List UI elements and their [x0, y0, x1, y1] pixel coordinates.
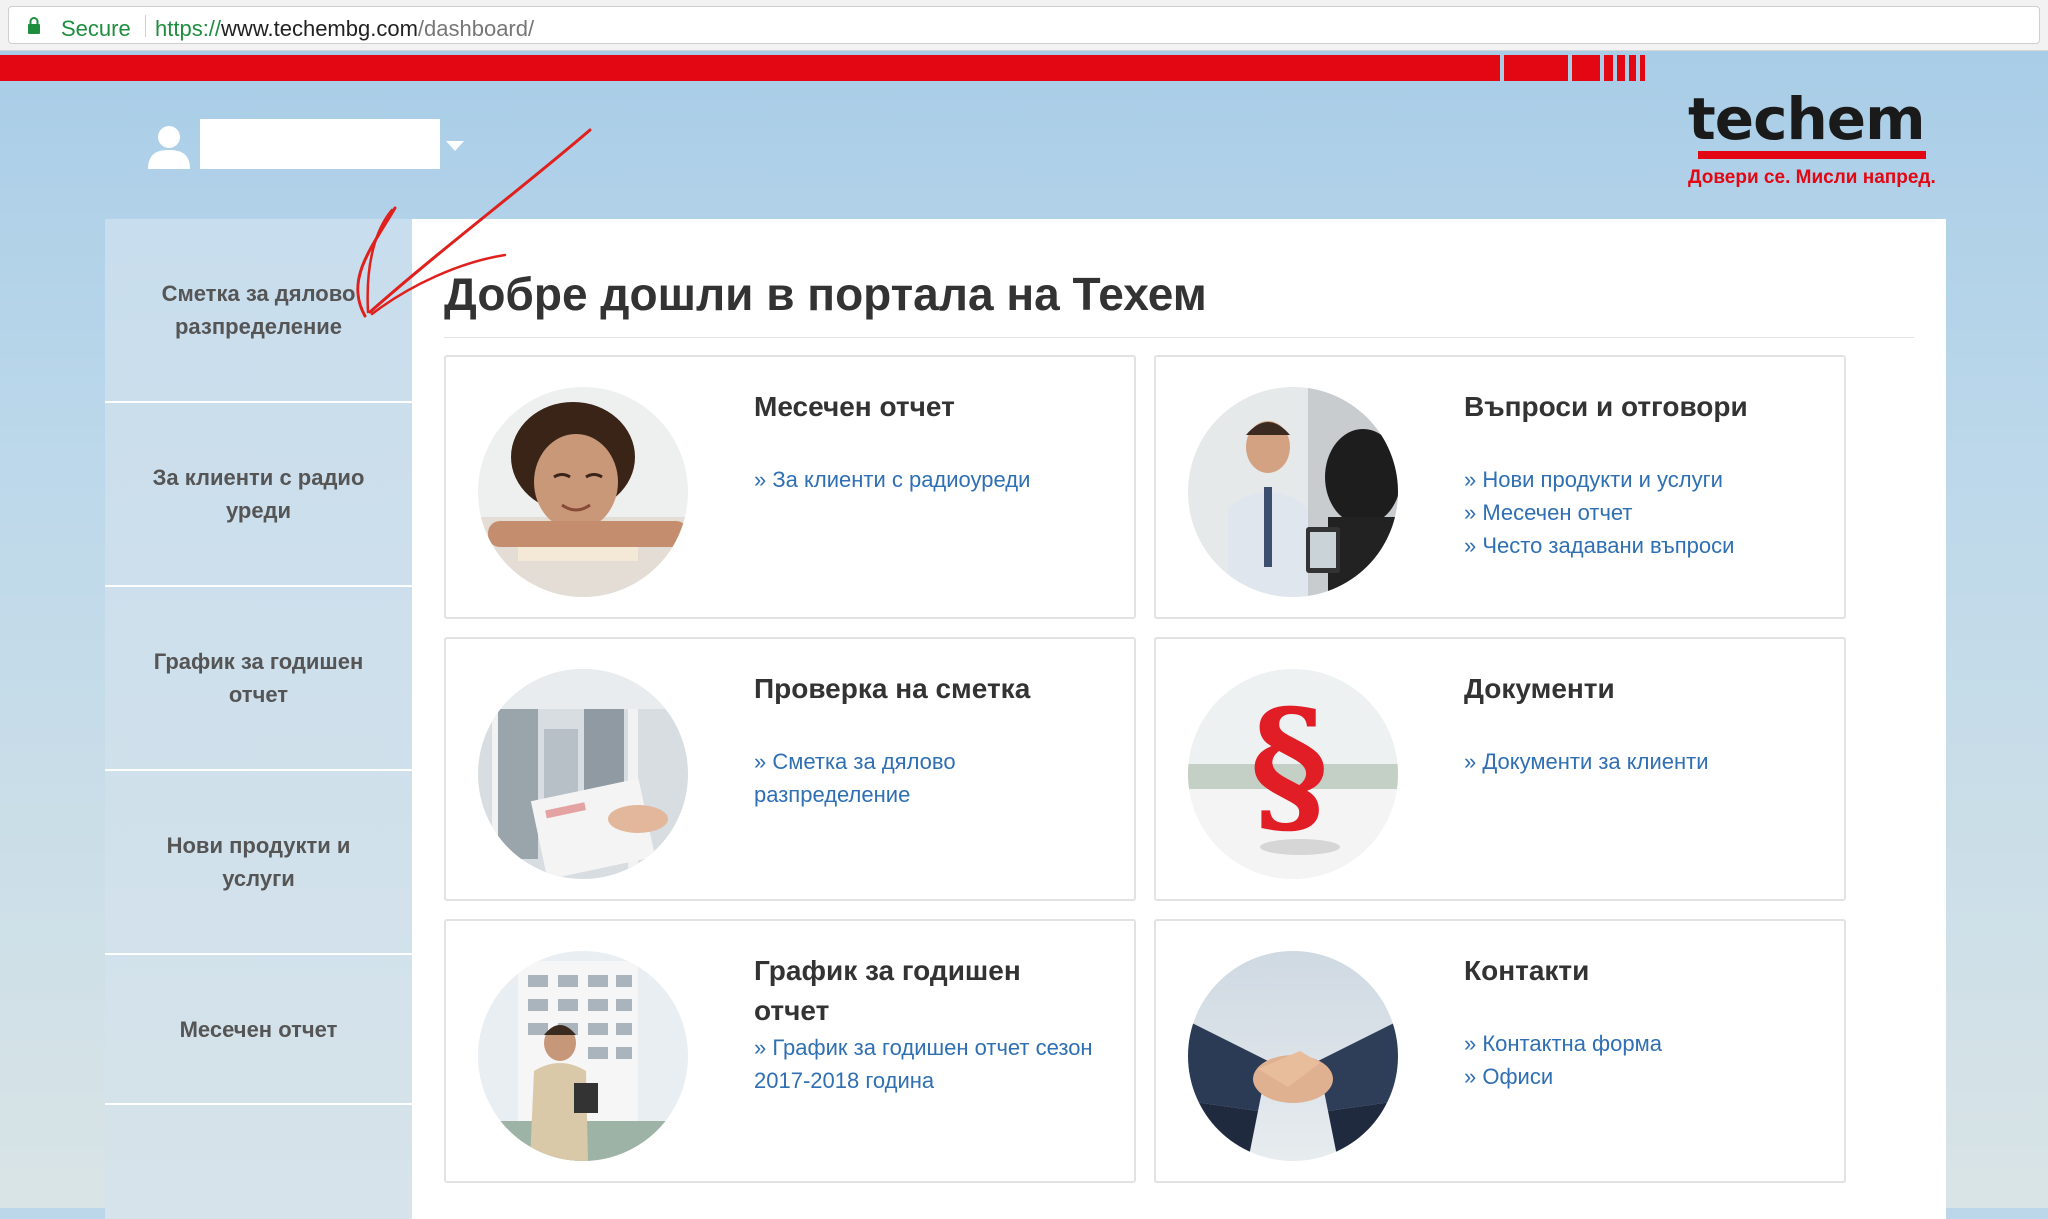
address-bar[interactable]: Secure https://www.techembg.com/dashboar… — [8, 6, 2040, 44]
link-client-documents[interactable]: » Документи за клиенти — [1464, 745, 1824, 778]
card-title: Документи — [1464, 673, 1615, 704]
paragraph-sign-image: § — [1188, 669, 1398, 879]
bill-window-image — [478, 669, 688, 879]
username-field[interactable] — [200, 119, 440, 169]
card-contacts: Контакти » Контактна форма » Офиси — [1154, 919, 1846, 1183]
secure-label: Secure — [61, 16, 131, 41]
page-title: Добре дошли в портала на Техем — [444, 268, 1207, 320]
card-bill-check: Проверка на сметка » Сметка за дялово ра… — [444, 637, 1136, 901]
sidebar-item-new-products[interactable]: Нови продукти и услуги — [105, 771, 412, 955]
url-host: www.techembg.com — [221, 16, 418, 41]
chevron-down-icon[interactable] — [446, 141, 464, 151]
card-links: » Документи за клиенти — [1464, 745, 1824, 778]
card-title: Въпроси и отговори — [1464, 391, 1748, 422]
sidebar-item-monthly-report[interactable]: Месечен отчет — [105, 955, 412, 1105]
brand-stripe-segment — [1640, 55, 1645, 81]
brand-stripe-segment — [1604, 55, 1613, 81]
link-contact-form[interactable]: » Контактна форма — [1464, 1027, 1824, 1060]
man-building-image — [478, 951, 688, 1161]
link-new-products[interactable]: » Нови продукти и услуги — [1464, 463, 1824, 496]
page-background: techem Довери се. Мисли напред. Сметка з… — [0, 51, 2048, 1219]
card-links: » График за годишен отчет сезон 2017-201… — [754, 1031, 1114, 1097]
link-offices[interactable]: » Офиси — [1464, 1060, 1824, 1093]
sidebar-item-label: Нови продукти и услуги — [166, 833, 351, 891]
sidebar-item-annual-schedule[interactable]: График за годишен отчет — [105, 587, 412, 771]
brand-stripe-segment — [1629, 55, 1636, 81]
lock-icon — [28, 17, 40, 34]
sidebar-item-label: График за годишен отчет — [153, 649, 364, 707]
card-documents: § Документи » Документи за клиенти — [1154, 637, 1846, 901]
card-annual-schedule: График за годишен отчет » График за годи… — [444, 919, 1136, 1183]
logo-wordmark: techem — [1688, 85, 1926, 153]
link-radio-clients[interactable]: » За клиенти с радиоуреди — [754, 463, 1114, 496]
user-icon — [148, 126, 190, 169]
woman-portrait-image — [478, 387, 688, 597]
business-meeting-image — [1188, 387, 1398, 597]
paragraph-icon: § — [1250, 677, 1329, 853]
address-divider — [145, 15, 146, 37]
title-divider — [444, 337, 1914, 338]
url-scheme: https:// — [155, 16, 222, 41]
card-links: » Контактна форма » Офиси — [1464, 1027, 1824, 1093]
card-title: Проверка на сметка — [754, 673, 1031, 704]
handshake-image — [1188, 951, 1398, 1161]
url-path: /dashboard/ — [417, 16, 535, 41]
sidebar-item-radio-clients[interactable]: За клиенти с радио уреди — [105, 403, 412, 587]
sidebar: Сметка за дялово разпределение За клиент… — [105, 219, 412, 1219]
card-links: » За клиенти с радиоуреди — [754, 463, 1114, 496]
browser-toolbar: Secure https://www.techembg.com/dashboar… — [0, 0, 2048, 51]
main-panel: Добре дошли в портала на Техем Месечен о… — [412, 219, 1946, 1219]
brand-stripe-segment — [1572, 55, 1600, 81]
brand-stripe — [0, 55, 1500, 81]
logo-underline — [1698, 151, 1926, 159]
card-faq: Въпроси и отговори » Нови продукти и усл… — [1154, 355, 1846, 619]
link-faq[interactable]: » Често задавани въпроси — [1464, 529, 1824, 562]
card-links: » Нови продукти и услуги » Месечен отчет… — [1464, 463, 1824, 562]
link-monthly-report[interactable]: » Месечен отчет — [1464, 496, 1824, 529]
link-annual-schedule[interactable]: » График за годишен отчет сезон 2017-201… — [754, 1031, 1114, 1097]
card-title: Контакти — [1464, 955, 1590, 986]
sidebar-item-label: За клиенти с радио уреди — [152, 465, 365, 523]
sidebar-item-label: Сметка за дялово разпределение — [161, 281, 356, 339]
brand-stripe-segment — [1617, 55, 1625, 81]
brand-stripe-segment — [1504, 55, 1568, 81]
url-text[interactable]: https://www.techembg.com/dashboard/ — [155, 16, 534, 42]
card-links: » Сметка за дялово разпределение — [754, 745, 1114, 811]
card-title: График за годишен отчет — [754, 955, 1021, 1026]
techem-logo[interactable]: techem Довери се. Мисли напред. — [1680, 85, 1940, 205]
sidebar-item-label: Месечен отчет — [179, 1016, 338, 1042]
link-allocation-bill[interactable]: » Сметка за дялово разпределение — [754, 745, 1114, 811]
card-title: Месечен отчет — [754, 391, 955, 422]
card-monthly-report: Месечен отчет » За клиенти с радиоуреди — [444, 355, 1136, 619]
sidebar-item-allocation-bill[interactable]: Сметка за дялово разпределение — [105, 219, 412, 403]
logo-tagline: Довери се. Мисли напред. — [1688, 167, 1936, 188]
